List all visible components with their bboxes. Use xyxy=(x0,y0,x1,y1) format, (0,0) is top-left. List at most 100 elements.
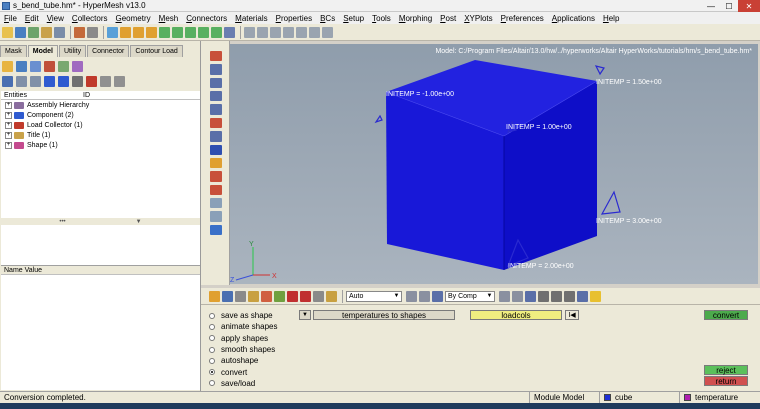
tab-connector[interactable]: Connector xyxy=(87,45,130,57)
minimize-button[interactable]: — xyxy=(702,0,720,12)
fill-icon[interactable] xyxy=(210,224,222,236)
view-front-icon[interactable] xyxy=(185,26,196,38)
zoom-in-icon[interactable] xyxy=(257,26,268,38)
switch-dropdown-icon[interactable]: ▼ xyxy=(299,310,311,320)
display-toggle-icon[interactable] xyxy=(210,77,222,89)
tab-model[interactable]: Model xyxy=(27,45,58,57)
mask-icon[interactable] xyxy=(210,51,222,62)
menu-preferences[interactable]: Preferences xyxy=(501,14,544,23)
line-icon[interactable] xyxy=(538,290,549,302)
expand-toggle-icon[interactable]: + xyxy=(5,101,12,109)
fit-icon[interactable] xyxy=(296,26,307,38)
menu-connectors[interactable]: Connectors xyxy=(186,14,227,23)
option-save-load[interactable]: save/load xyxy=(209,378,277,389)
constraints-icon[interactable] xyxy=(210,184,222,195)
isolate-icon[interactable] xyxy=(72,60,83,72)
open-model-icon[interactable] xyxy=(2,26,13,38)
view-top-icon[interactable] xyxy=(172,26,183,38)
expand-toggle-icon[interactable]: + xyxy=(5,111,12,119)
menu-setup[interactable]: Setup xyxy=(343,14,364,23)
folder-view-icon[interactable] xyxy=(2,60,13,72)
color-icon[interactable] xyxy=(86,75,97,87)
delete-icon[interactable] xyxy=(287,290,298,302)
solver-icon[interactable] xyxy=(54,26,65,38)
entities-column[interactable]: Entities xyxy=(1,92,81,99)
mesh-icon[interactable] xyxy=(210,131,222,142)
view-side-icon[interactable] xyxy=(198,26,209,38)
auto-combo[interactable]: Auto ▼ xyxy=(346,290,402,302)
plane-icon[interactable] xyxy=(551,290,562,302)
element-display-icon[interactable] xyxy=(499,290,510,302)
menu-properties[interactable]: Properties xyxy=(276,14,312,23)
rotate-left-icon[interactable] xyxy=(107,26,118,38)
rotate-center-icon[interactable] xyxy=(309,26,320,38)
tab-mask[interactable]: Mask xyxy=(0,45,27,57)
show-all-icon[interactable] xyxy=(2,75,13,87)
temperatures-to-shapes-button[interactable]: temperatures to shapes xyxy=(313,310,455,320)
cube-model[interactable]: Y X Z xyxy=(230,44,758,284)
reject-button[interactable]: reject xyxy=(704,365,748,375)
rotate-down-icon[interactable] xyxy=(146,26,157,38)
view-bottom-icon[interactable] xyxy=(211,26,222,38)
import-icon[interactable] xyxy=(28,26,39,38)
menu-geometry[interactable]: Geometry xyxy=(116,14,151,23)
option-convert[interactable]: convert xyxy=(209,366,277,377)
tab-utility[interactable]: Utility xyxy=(58,45,87,57)
element-shrink-icon[interactable] xyxy=(512,290,523,302)
edges-icon[interactable] xyxy=(525,290,536,302)
tool-icon[interactable] xyxy=(261,290,272,302)
cube-solid-icon[interactable] xyxy=(432,290,443,302)
option-smooth-shapes[interactable]: smooth shapes xyxy=(209,344,277,355)
expand-icon[interactable] xyxy=(16,75,27,87)
info-icon[interactable] xyxy=(210,144,222,155)
status-component[interactable]: cube xyxy=(600,391,680,404)
visualization-icon[interactable] xyxy=(210,91,222,102)
menu-collectors[interactable]: Collectors xyxy=(72,14,108,23)
menu-materials[interactable]: Materials xyxy=(235,14,267,23)
transparency-icon[interactable] xyxy=(210,197,222,209)
tree-item-assembly-hierarchy[interactable]: + Assembly Hierarchy xyxy=(1,100,200,110)
option-save-as-shape[interactable]: save as shape xyxy=(209,310,277,321)
return-button[interactable]: return xyxy=(704,376,748,386)
convert-button[interactable]: convert xyxy=(704,310,748,320)
section-icon[interactable] xyxy=(564,290,575,302)
monitor-icon[interactable] xyxy=(577,290,588,302)
save-model-icon[interactable] xyxy=(15,26,26,38)
rotate-right-icon[interactable] xyxy=(120,26,131,38)
shading-icon[interactable] xyxy=(210,104,222,115)
menu-morphing[interactable]: Morphing xyxy=(399,14,432,23)
eye-icon[interactable] xyxy=(100,75,111,87)
view-iso-icon[interactable] xyxy=(159,26,170,38)
tree-item-shape[interactable]: + Shape (1) xyxy=(1,140,200,150)
menu-tools[interactable]: Tools xyxy=(372,14,391,23)
collapse-icon[interactable] xyxy=(313,290,324,302)
option-animate-shapes[interactable]: animate shapes xyxy=(209,321,277,332)
reset-selection-icon[interactable]: I◀ xyxy=(565,310,579,320)
user-profile-icon[interactable] xyxy=(74,26,85,38)
menu-file[interactable]: File xyxy=(4,14,17,23)
collapse-icon[interactable] xyxy=(30,75,41,87)
menu-applications[interactable]: Applications xyxy=(552,14,595,23)
loadcol-view-icon[interactable] xyxy=(44,60,55,72)
maximize-button[interactable]: ☐ xyxy=(720,0,738,12)
option-autoshape[interactable]: autoshape xyxy=(209,355,277,366)
graphics-viewport[interactable]: Y X Z Model: C:/Program Files/Altair/13.… xyxy=(230,44,758,284)
cut-icon[interactable] xyxy=(300,290,311,302)
menu-mesh[interactable]: Mesh xyxy=(159,14,179,23)
menu-bcs[interactable]: BCs xyxy=(320,14,335,23)
menu-help[interactable]: Help xyxy=(603,14,619,23)
zoom-icon[interactable] xyxy=(244,26,255,38)
menu-post[interactable]: Post xyxy=(440,14,456,23)
expand-toggle-icon[interactable]: + xyxy=(5,141,12,149)
option-apply-shapes[interactable]: apply shapes xyxy=(209,333,277,344)
rotate-up-icon[interactable] xyxy=(133,26,144,38)
clip-icon[interactable] xyxy=(210,211,222,222)
tree-item-component[interactable]: + Component (2) xyxy=(1,110,200,120)
export-icon[interactable] xyxy=(41,26,52,38)
part-view-icon[interactable] xyxy=(30,60,41,72)
elements-icon[interactable] xyxy=(210,117,222,129)
display-icon[interactable] xyxy=(44,75,55,87)
hide-icon[interactable] xyxy=(114,75,125,87)
component-view-icon[interactable] xyxy=(16,60,27,72)
menu-xyplots[interactable]: XYPlots xyxy=(464,14,492,23)
